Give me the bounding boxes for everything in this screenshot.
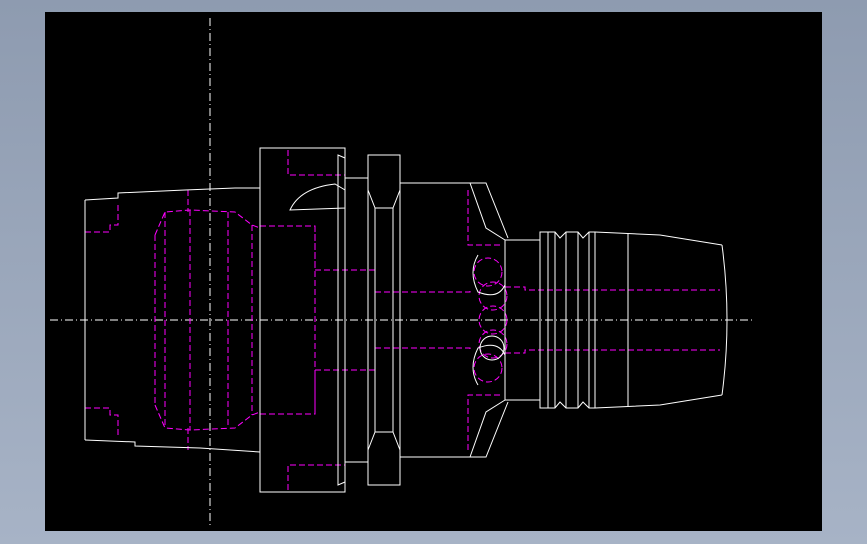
tool-holder-drawing [50, 18, 755, 528]
centerlines [50, 18, 755, 528]
cad-drawing-canvas[interactable] [45, 12, 822, 531]
